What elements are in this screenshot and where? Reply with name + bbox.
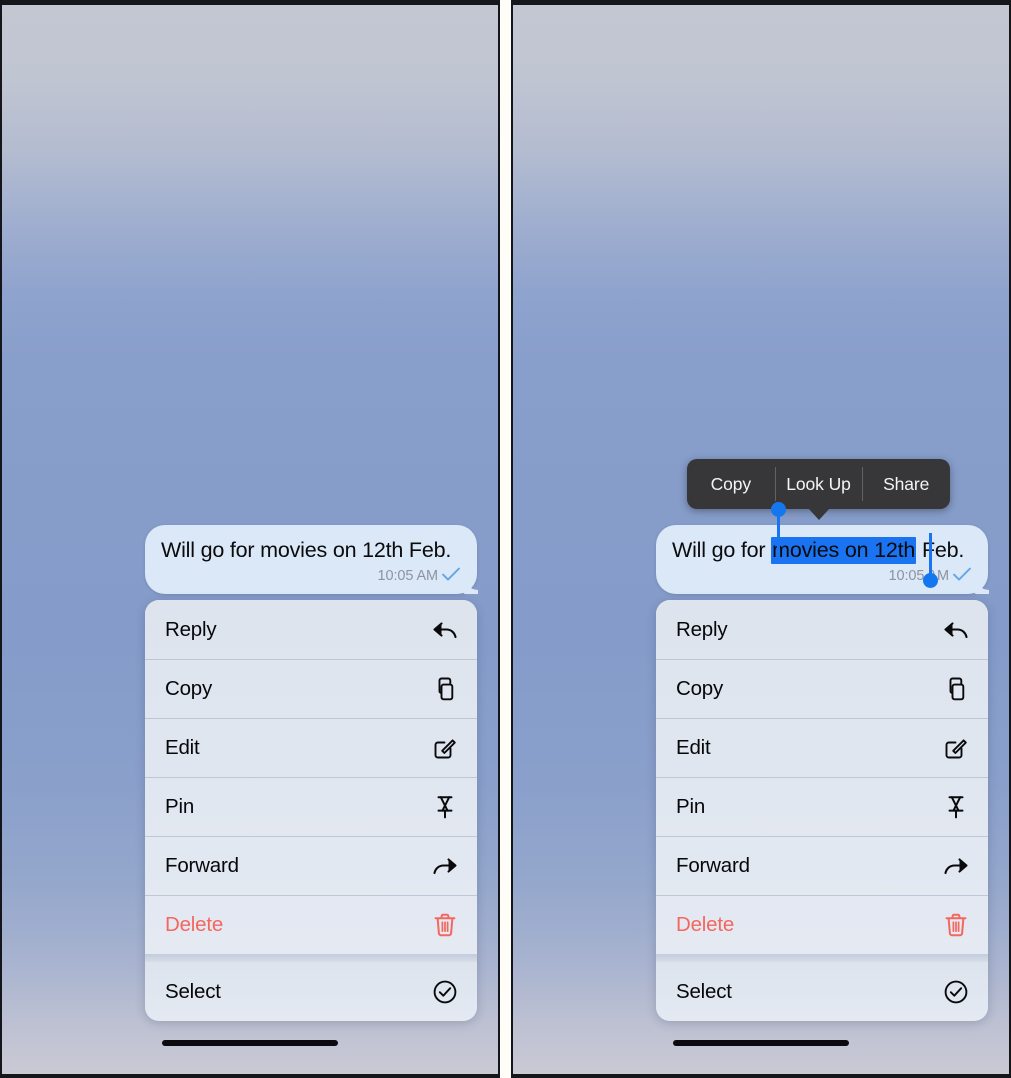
context-menu-item-label: Pin [676, 794, 706, 818]
message-context-menu: Reply Copy Edit Pin Forward Delete Selec… [145, 600, 477, 1021]
pencil-square-icon [431, 734, 459, 762]
message-text: Will go for movies on 12th Feb. [161, 538, 452, 562]
message-text-selected[interactable]: movies on 12th [771, 537, 917, 564]
context-menu-item-delete[interactable]: Delete [145, 895, 477, 954]
message-context-menu: Reply Copy Edit Pin Forward Delete Selec… [656, 600, 988, 1021]
selection-share-button[interactable]: Share [862, 459, 950, 509]
copy-pages-icon [431, 675, 459, 703]
pushpin-icon [942, 793, 970, 821]
context-menu-item-select[interactable]: Select [145, 962, 477, 1021]
selection-handle-end[interactable] [923, 533, 938, 588]
context-menu-item-reply[interactable]: Reply [145, 600, 477, 659]
context-menu-item-label: Forward [676, 853, 750, 877]
context-menu-item-forward[interactable]: Forward [145, 836, 477, 895]
panel-divider-gap [500, 0, 511, 1078]
context-menu-item-reply[interactable]: Reply [656, 600, 988, 659]
reply-arrow-icon [431, 616, 459, 644]
text-selection-toolbar: Copy Look Up Share [687, 459, 950, 520]
context-menu-item-label: Forward [165, 853, 239, 877]
forward-arrow-icon [431, 852, 459, 880]
toolbar-pointer-arrow [807, 508, 830, 520]
message-timestamp: 10:05 AM [377, 568, 439, 584]
reply-arrow-icon [942, 616, 970, 644]
pencil-square-icon [942, 734, 970, 762]
context-menu-item-label: Delete [676, 912, 735, 936]
message-timestamp: 10:05 AM [888, 568, 950, 584]
context-menu-group-primary: Reply Copy Edit Pin Forward Delete [145, 600, 477, 954]
trash-icon [431, 911, 459, 939]
context-menu-group-separator [145, 954, 477, 962]
context-menu-item-label: Copy [165, 676, 213, 700]
context-menu-item-forward[interactable]: Forward [656, 836, 988, 895]
context-menu-item-pin[interactable]: Pin [145, 777, 477, 836]
selection-copy-button[interactable]: Copy [687, 459, 775, 509]
phone-screenshot-left: Will go for movies on 12th Feb. 10:05 AM [0, 0, 500, 1078]
selection-handle-knob [923, 573, 938, 588]
context-menu-item-pin[interactable]: Pin [656, 777, 988, 836]
pushpin-icon [431, 793, 459, 821]
context-menu-item-label: Delete [165, 912, 224, 936]
context-menu-item-copy[interactable]: Copy [145, 659, 477, 718]
message-bubble[interactable]: Will go for movies on 12th Feb. 10:05 AM [656, 502, 988, 594]
bubble-tail [972, 572, 994, 594]
context-menu-item-edit[interactable]: Edit [656, 718, 988, 777]
phone-screenshot-right: Copy Look Up Share Will go for movies on… [511, 0, 1011, 1078]
selection-share-label: Share [883, 473, 930, 494]
context-menu-item-select[interactable]: Select [656, 962, 988, 1021]
trash-icon [942, 911, 970, 939]
context-menu-item-label: Select [165, 979, 221, 1003]
context-menu-item-label: Edit [676, 735, 711, 759]
check-circle-icon [431, 978, 459, 1006]
selection-handle-start[interactable] [771, 502, 786, 555]
context-menu-group-secondary: Select [656, 962, 988, 1021]
screenshot-stage: Will go for movies on 12th Feb. 10:05 AM [0, 0, 1011, 1078]
context-menu-group-primary: Reply Copy Edit Pin Forward Delete [656, 600, 988, 954]
context-menu-item-label: Pin [165, 794, 195, 818]
checkmark-icon [952, 566, 972, 587]
bubble-tail [461, 572, 483, 594]
selection-lookup-label: Look Up [786, 473, 851, 494]
context-menu-item-label: Edit [165, 735, 200, 759]
message-bubble-container: Will go for movies on 12th Feb. 10:05 AM [656, 502, 988, 594]
context-menu-item-delete[interactable]: Delete [656, 895, 988, 954]
message-bubble-container: Will go for movies on 12th Feb. 10:05 AM [145, 525, 477, 594]
context-menu-group-separator [656, 954, 988, 962]
context-menu-item-edit[interactable]: Edit [145, 718, 477, 777]
context-menu-item-label: Reply [676, 617, 728, 641]
checkmark-icon [441, 566, 461, 587]
context-menu-item-copy[interactable]: Copy [656, 659, 988, 718]
message-meta: 10:05 AM [161, 566, 461, 586]
message-text-after: Feb. [916, 538, 965, 562]
message-bubble[interactable]: Will go for movies on 12th Feb. 10:05 AM [145, 525, 477, 594]
selection-handle-knob [771, 502, 786, 517]
context-menu-item-label: Select [676, 979, 732, 1003]
message-text-before: Will go for [672, 538, 772, 562]
home-indicator-bar [162, 1040, 338, 1046]
home-indicator-bar [673, 1040, 849, 1046]
copy-pages-icon [942, 675, 970, 703]
selection-copy-label: Copy [710, 473, 752, 494]
context-menu-group-secondary: Select [145, 962, 477, 1021]
context-menu-item-label: Reply [165, 617, 217, 641]
forward-arrow-icon [942, 852, 970, 880]
context-menu-item-label: Copy [676, 676, 724, 700]
selection-lookup-button[interactable]: Look Up [774, 459, 863, 509]
message-text: Will go for movies on 12th Feb. [672, 537, 972, 564]
check-circle-icon [942, 978, 970, 1006]
